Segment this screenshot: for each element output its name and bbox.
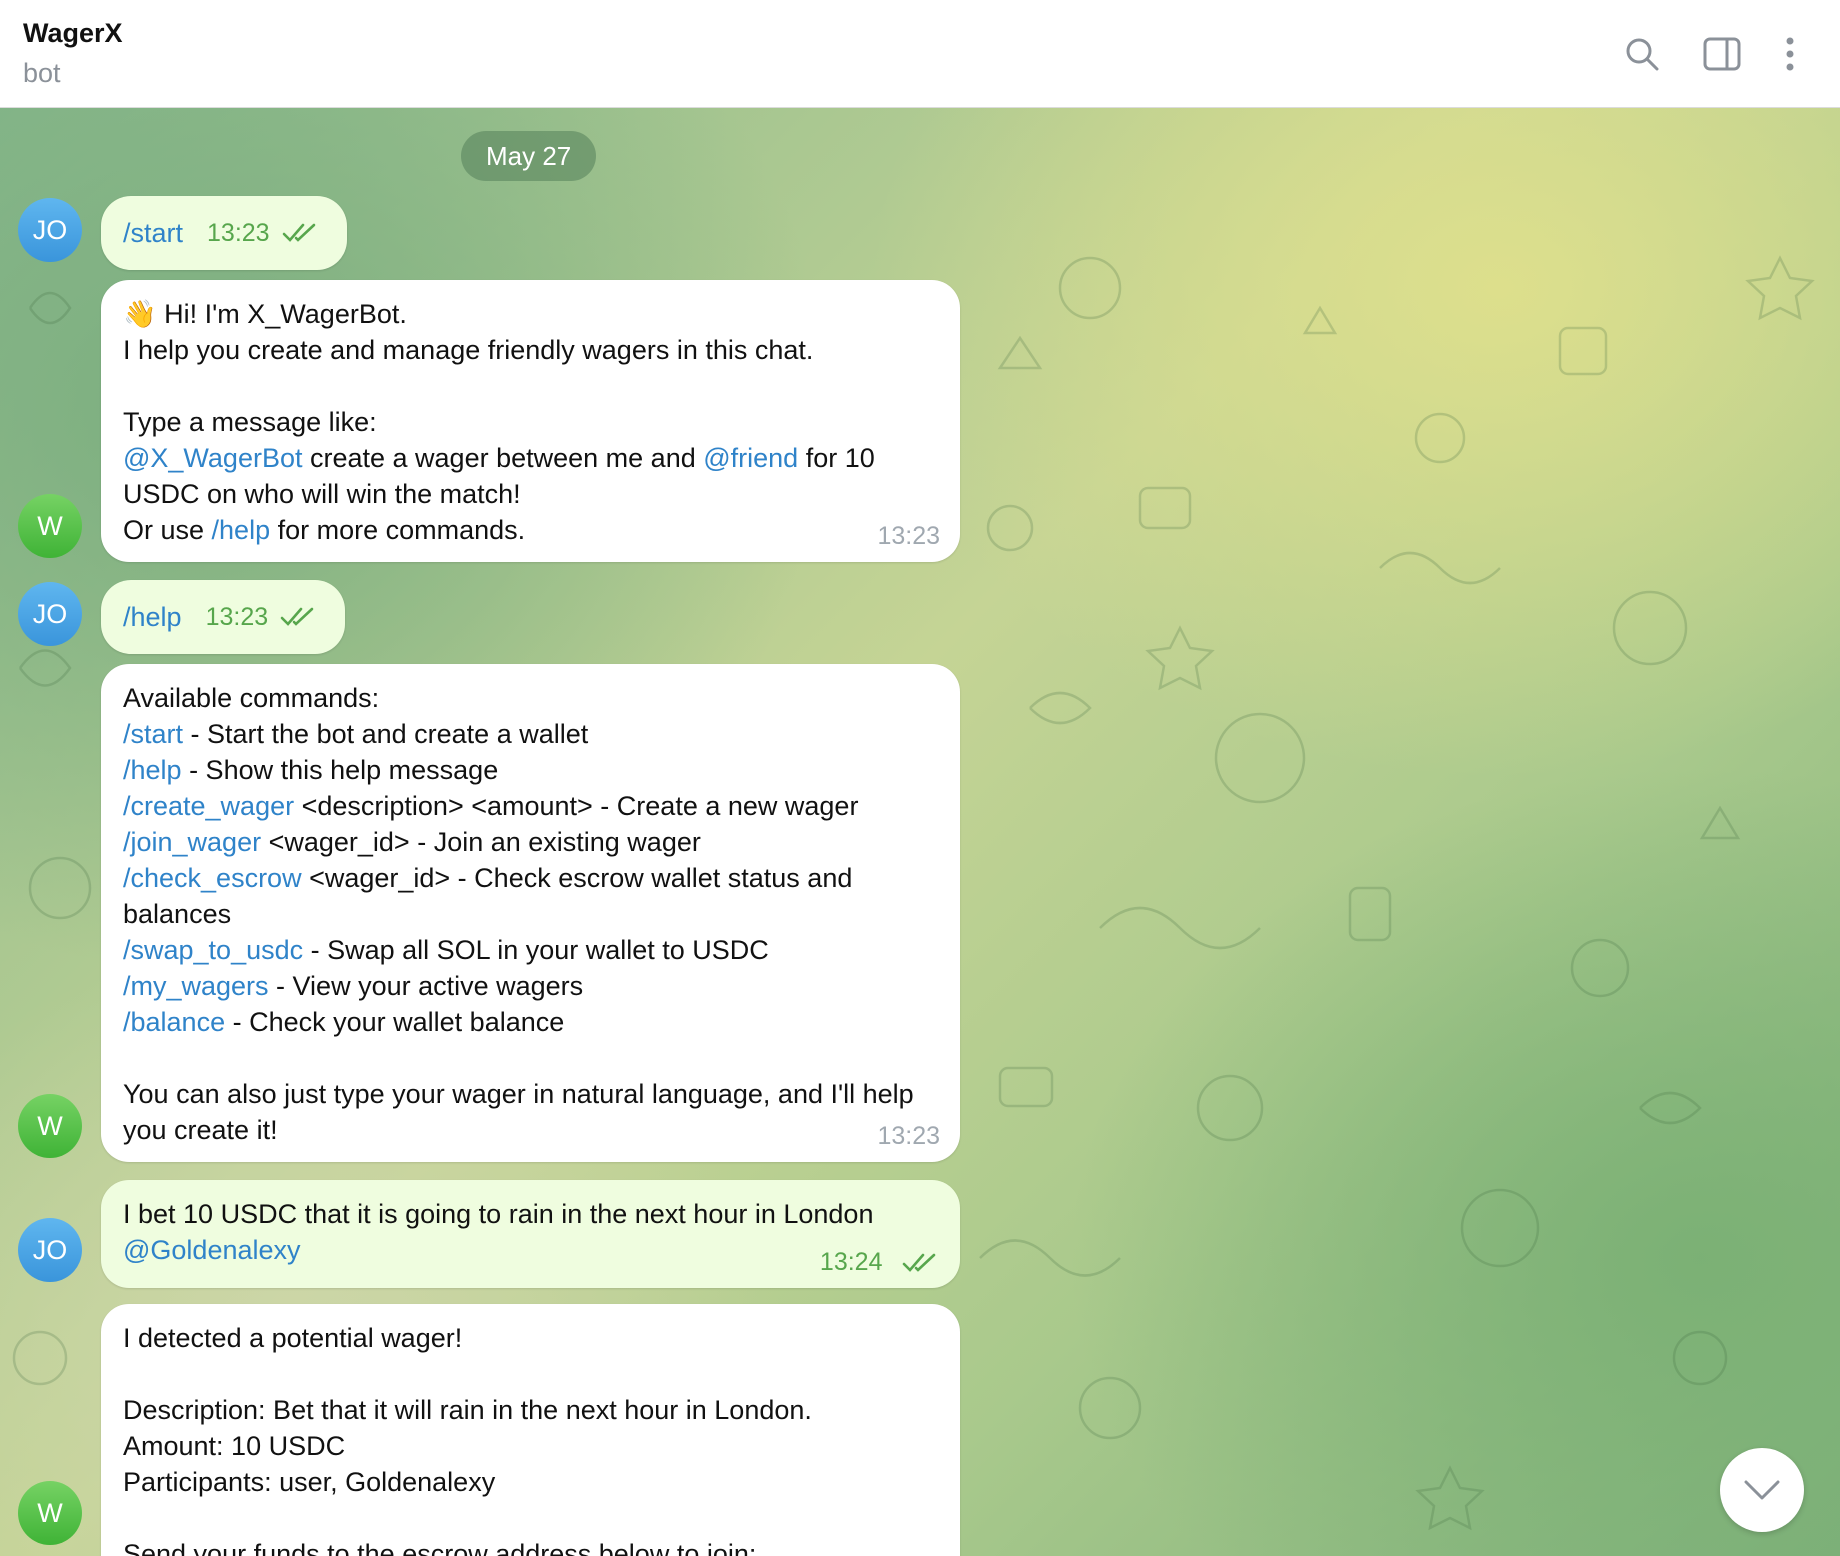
message-line: Available commands: — [123, 683, 380, 713]
command-line: /swap_to_usdc - Swap all SOL in your wal… — [123, 935, 769, 965]
mention-link[interactable]: @X_WagerBot — [123, 443, 302, 473]
message-line: I bet 10 USDC that it is going to rain i… — [123, 1199, 874, 1229]
command-line: /join_wager <wager_id> - Join an existin… — [123, 827, 701, 857]
message-line: Type a message like: — [123, 407, 377, 437]
incoming-message: I detected a potential wager! Descriptio… — [101, 1304, 960, 1556]
message-time: 13:23 — [207, 219, 270, 247]
double-check-icon — [282, 223, 315, 242]
avatar[interactable]: JO — [18, 198, 82, 262]
command-link[interactable]: /balance — [123, 1007, 225, 1037]
mention-link[interactable]: @Goldenalexy — [123, 1235, 301, 1265]
command-line: /check_escrow <wager_id> - Check escrow … — [123, 863, 853, 893]
search-icon — [1626, 38, 1659, 71]
outgoing-message: /help 13:23 — [101, 580, 345, 654]
command-line: /start - Start the bot and create a wall… — [123, 719, 589, 749]
incoming-message: 👋 Hi! I'm X_WagerBot. I help you create … — [101, 280, 960, 562]
chevron-down-icon — [1744, 1480, 1780, 1500]
command-link[interactable]: /create_wager — [123, 791, 294, 821]
double-check-icon — [902, 1253, 936, 1272]
sidebar-toggle-icon — [1703, 37, 1741, 71]
message-line: I help you create and manage friendly wa… — [123, 335, 814, 365]
message-line: Send your funds to the escrow address be… — [123, 1539, 757, 1556]
avatar[interactable]: W — [18, 1094, 82, 1158]
command-link[interactable]: /help — [212, 515, 271, 545]
command-line: /help - Show this help message — [123, 755, 499, 785]
avatar[interactable]: W — [18, 1481, 82, 1545]
scroll-to-bottom-button[interactable] — [1720, 1448, 1804, 1532]
command-line: /my_wagers - View your active wagers — [123, 971, 584, 1001]
more-button[interactable] — [1766, 30, 1814, 78]
command-line: /balance - Check your wallet balance — [123, 1007, 565, 1037]
command-line: balances — [123, 899, 232, 929]
message-line: you create it! — [123, 1115, 278, 1145]
wave-emoji: 👋 — [123, 299, 157, 329]
message-line: @X_WagerBot create a wager between me an… — [123, 443, 875, 473]
command-link[interactable]: /check_escrow — [123, 863, 302, 893]
message-line: @Goldenalexy — [123, 1232, 938, 1268]
message-line: I detected a potential wager! — [123, 1323, 463, 1353]
outgoing-message: /start 13:23 — [101, 196, 347, 270]
command-link[interactable]: /start — [123, 719, 183, 749]
command-link[interactable]: /join_wager — [123, 827, 261, 857]
message-line: 👋 Hi! I'm X_WagerBot. — [123, 299, 407, 329]
message-line: Or use /help for more commands. — [123, 515, 526, 545]
incoming-message: Available commands: /start - Start the b… — [101, 664, 960, 1162]
command-link[interactable]: /my_wagers — [123, 971, 269, 1001]
sidebar-toggle-button[interactable] — [1698, 30, 1746, 78]
outgoing-message: I bet 10 USDC that it is going to rain i… — [101, 1180, 960, 1288]
message-line: Description: Bet that it will rain in th… — [123, 1395, 812, 1425]
message-time: 13:24 — [819, 1248, 883, 1276]
command-link[interactable]: /swap_to_usdc — [123, 935, 303, 965]
chat-title[interactable]: WagerX — [23, 18, 123, 49]
message-meta: 13:24 — [820, 1243, 938, 1280]
message-line: Amount: 10 USDC — [123, 1431, 346, 1461]
date-separator: May 27 — [461, 131, 597, 181]
chat-header: WagerX bot — [0, 0, 1840, 108]
message-time: 13:23 — [877, 522, 940, 550]
avatar[interactable]: W — [18, 494, 82, 558]
search-button[interactable] — [1618, 30, 1666, 78]
avatar[interactable]: JO — [18, 1218, 82, 1282]
message-line: You can also just type your wager in nat… — [123, 1079, 914, 1109]
chat-history[interactable]: May 27 JO /start 13:23 W 👋 Hi! I'm X_Wag… — [0, 108, 1840, 1556]
more-vertical-icon — [1786, 37, 1794, 71]
mention-link[interactable]: @friend — [703, 443, 798, 473]
chat-subtitle: bot — [23, 58, 61, 88]
command-line: /create_wager <description> <amount> - C… — [123, 791, 859, 821]
command-link[interactable]: /start — [123, 215, 183, 251]
command-link[interactable]: /help — [123, 755, 182, 785]
avatar[interactable]: JO — [18, 582, 82, 646]
command-link[interactable]: /help — [123, 599, 182, 635]
message-time: 13:23 — [205, 603, 269, 631]
double-check-icon — [280, 607, 314, 626]
message-time: 13:23 — [877, 1122, 940, 1150]
message-line: Participants: user, Goldenalexy — [123, 1467, 496, 1497]
message-line: USDC on who will win the match! — [123, 479, 521, 509]
